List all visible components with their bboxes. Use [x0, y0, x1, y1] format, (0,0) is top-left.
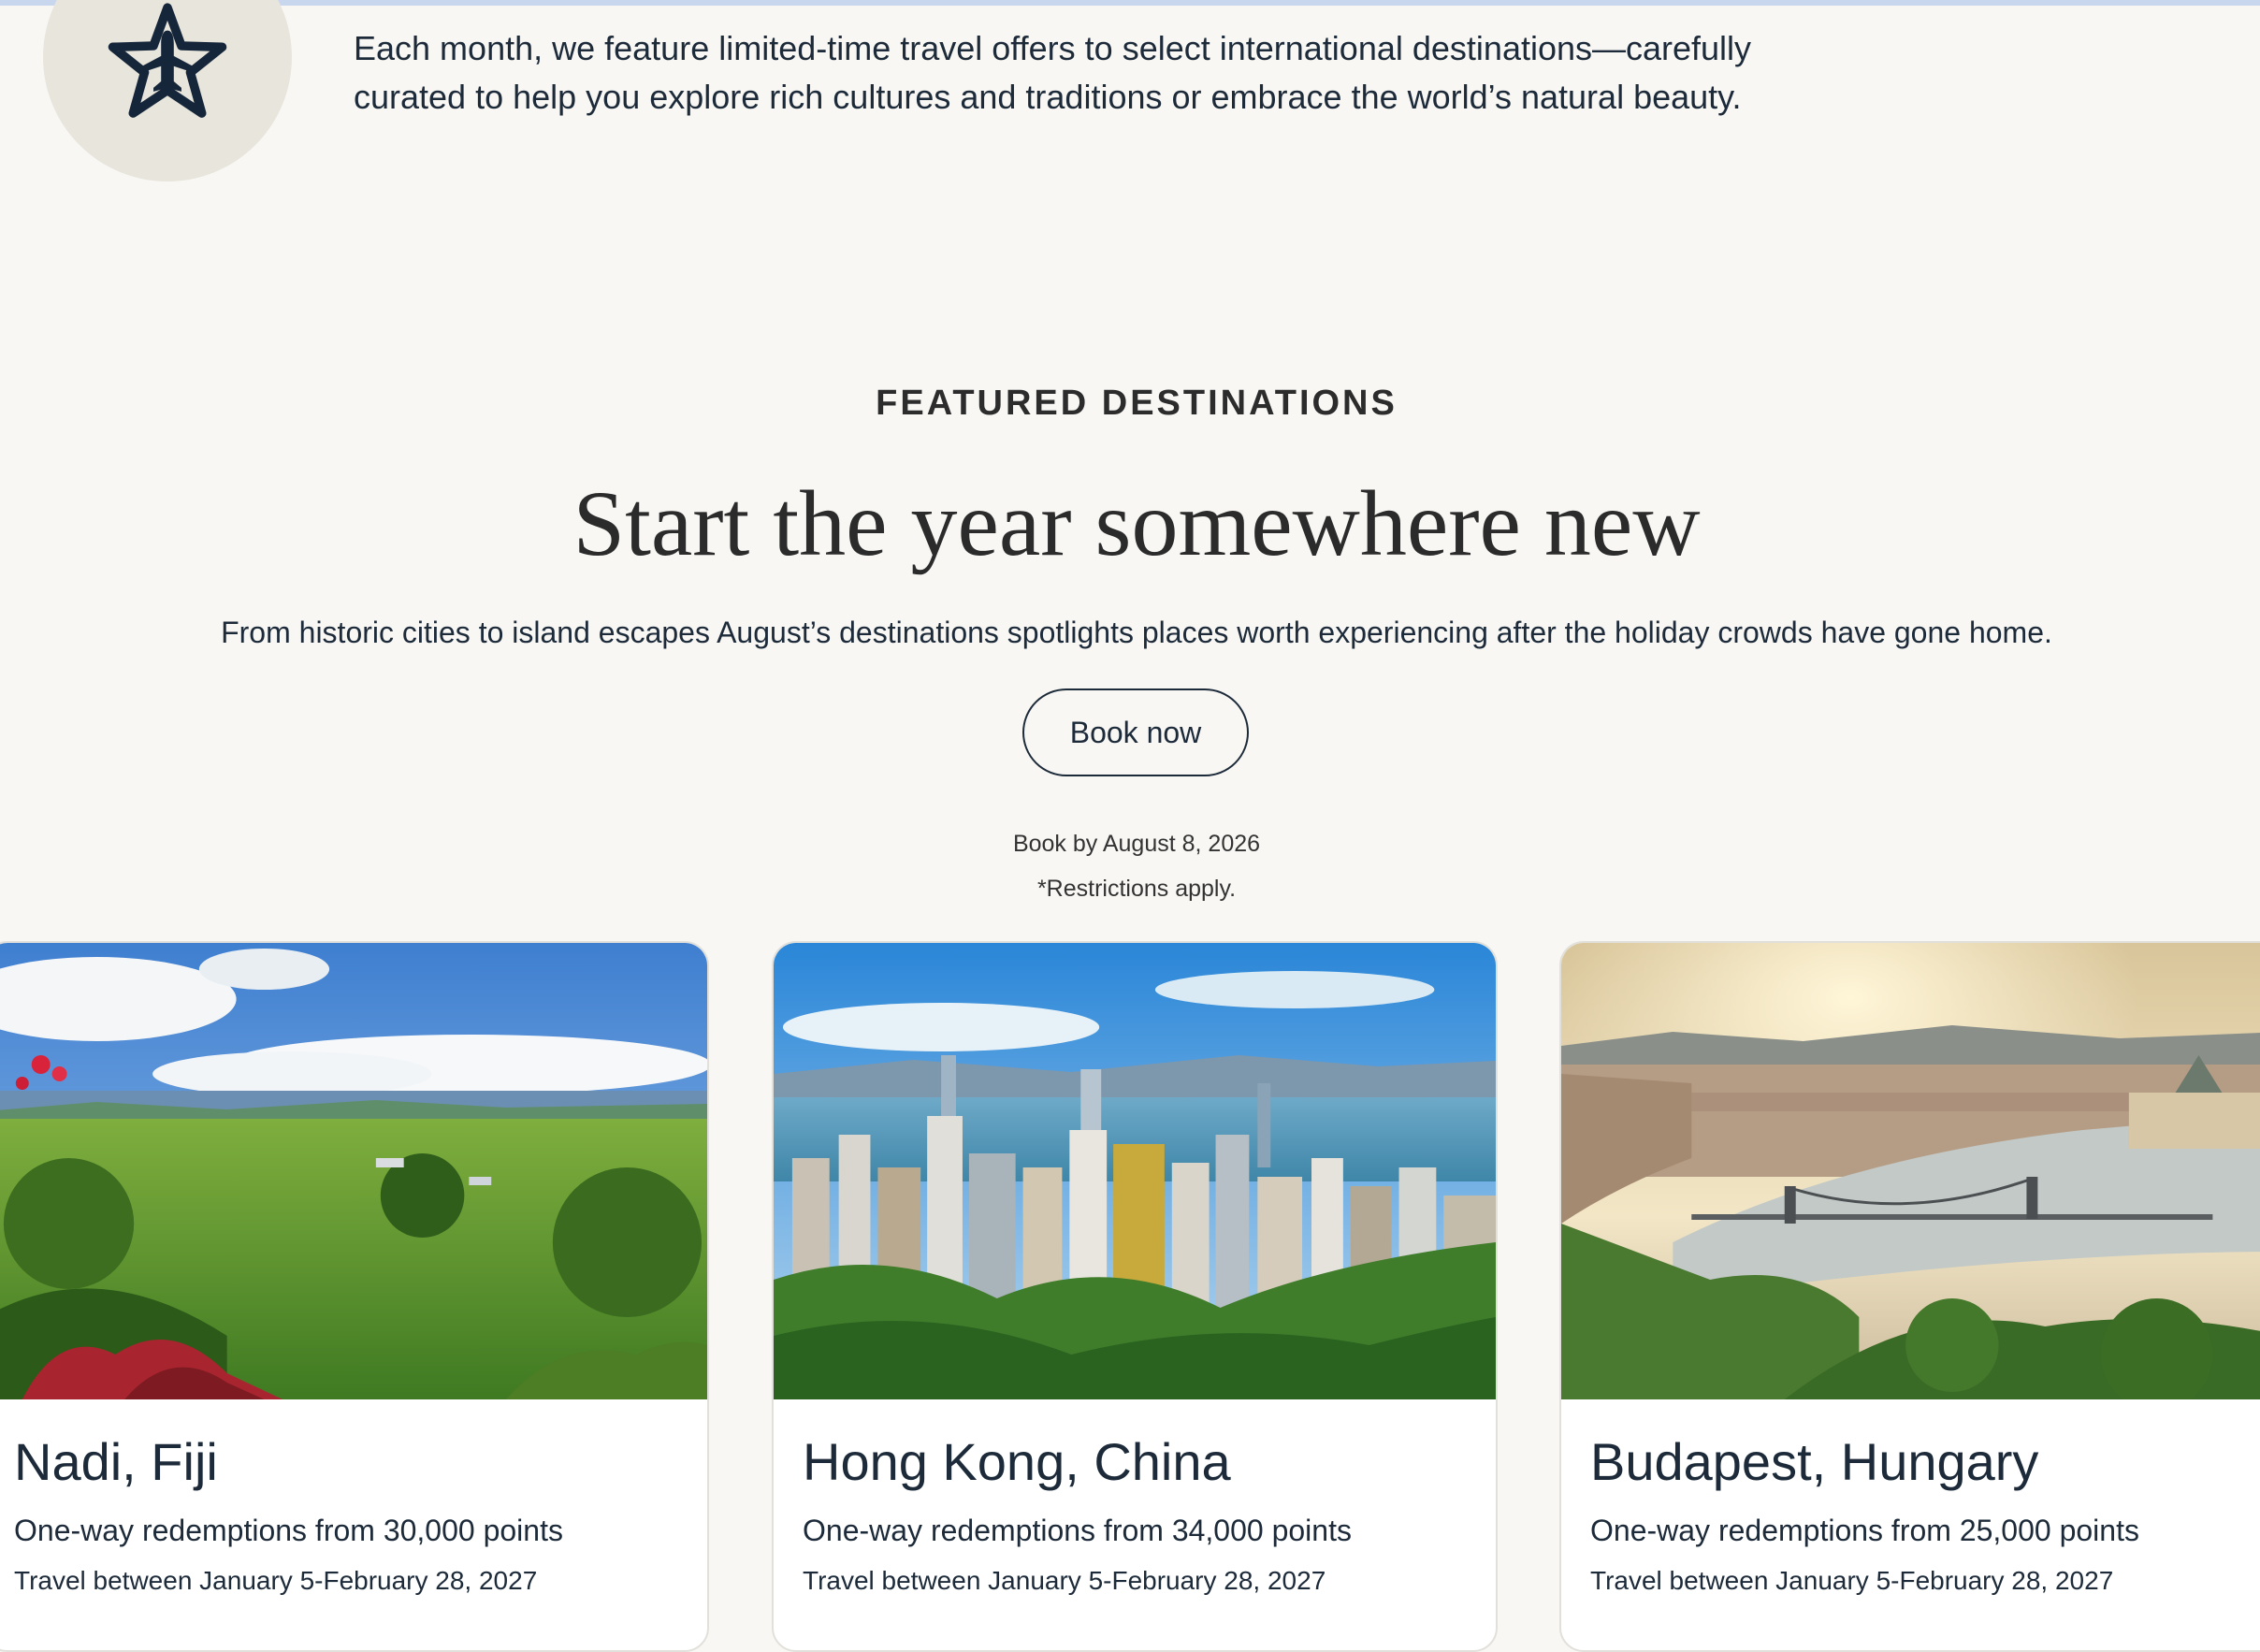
- destination-points: One-way redemptions from 34,000 points: [803, 1514, 1352, 1547]
- intro-text: Each month, we feature limited-time trav…: [354, 29, 1752, 116]
- destination-dates: Travel between January 5-February 28, 20…: [803, 1566, 1326, 1595]
- section-eyebrow: FEATURED DESTINATIONS: [876, 384, 1398, 423]
- section-subtitle: From historic cities to island escapes A…: [221, 616, 2052, 649]
- destination-title: Hong Kong, China: [803, 1432, 1231, 1491]
- destination-card-hong-kong[interactable]: Hong Kong, China One-way redemptions fro…: [772, 941, 1498, 1652]
- section-headline: Start the year somewhere new: [572, 471, 1701, 575]
- browser-top-edge: [0, 0, 2260, 6]
- restrictions-note: *Restrictions apply.: [1036, 876, 1237, 902]
- destination-points: One-way redemptions from 30,000 points: [14, 1514, 563, 1547]
- destination-card-nadi[interactable]: Nadi, Fiji One-way redemptions from 30,0…: [0, 941, 709, 1652]
- destination-points: One-way redemptions from 25,000 points: [1590, 1514, 2139, 1547]
- destination-dates: Travel between January 5-February 28, 20…: [1590, 1566, 2114, 1595]
- book-now-button[interactable]: Book now: [1022, 688, 1249, 776]
- budapest-danube-photo: [1561, 943, 2260, 1399]
- hong-kong-skyline-photo: [774, 943, 1496, 1399]
- booking-deadline: Book by August 8, 2026: [1012, 831, 1261, 857]
- destination-card-budapest[interactable]: Budapest, Hungary One-way redemptions fr…: [1559, 941, 2260, 1652]
- destination-dates: Travel between January 5-February 28, 20…: [14, 1566, 538, 1595]
- fiji-landscape-photo: [0, 943, 707, 1399]
- plane-star-icon: [108, 3, 227, 118]
- intro-badge: [43, 0, 292, 181]
- destination-title: Nadi, Fiji: [14, 1432, 218, 1491]
- destination-title: Budapest, Hungary: [1590, 1432, 2039, 1491]
